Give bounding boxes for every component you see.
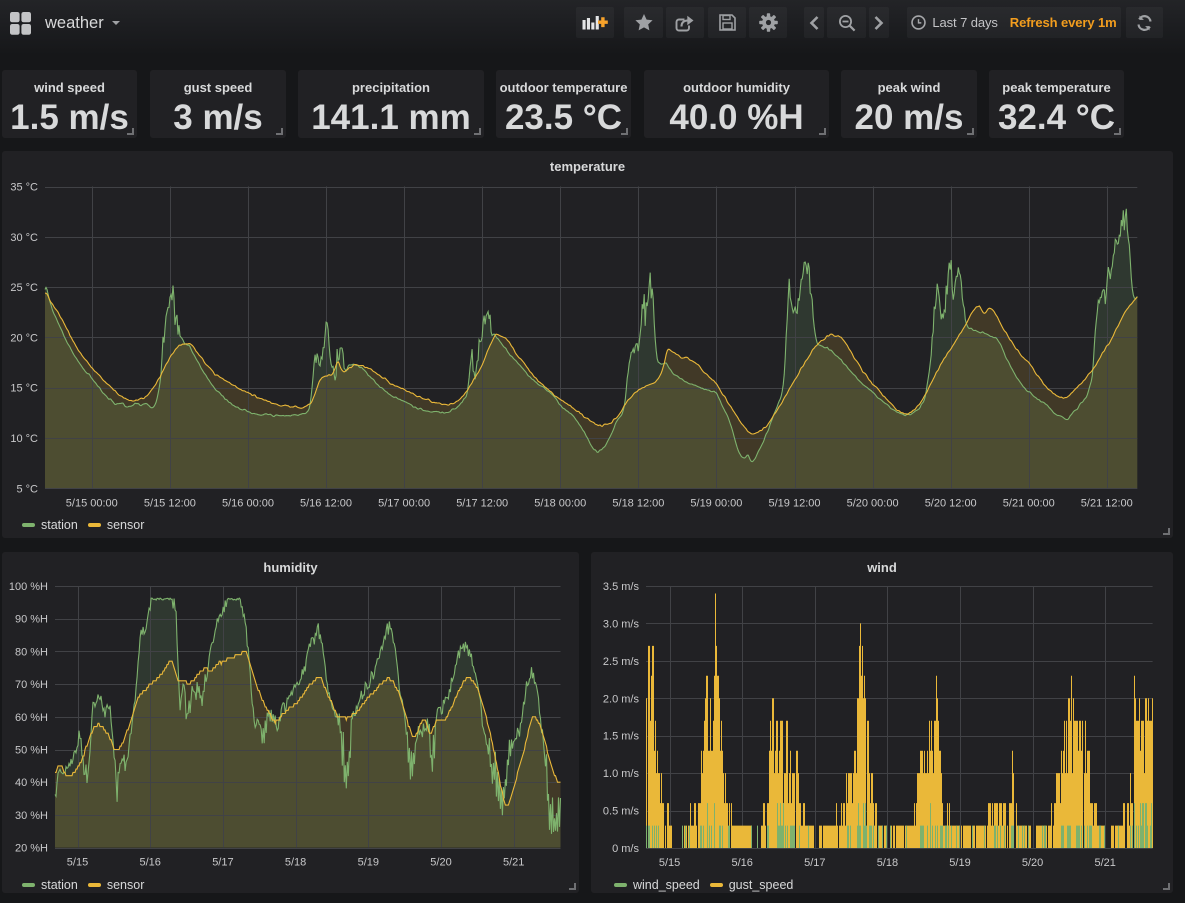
svg-text:5/21: 5/21	[1094, 857, 1115, 869]
svg-text:50 %H: 50 %H	[15, 745, 48, 757]
svg-text:5/18 00:00: 5/18 00:00	[534, 497, 586, 509]
svg-text:5/15 12:00: 5/15 12:00	[144, 497, 196, 509]
svg-text:5/19 12:00: 5/19 12:00	[769, 497, 821, 509]
svg-text:5/19 00:00: 5/19 00:00	[690, 497, 742, 509]
svg-text:5/16 12:00: 5/16 12:00	[300, 497, 352, 509]
svg-text:20 %H: 20 %H	[15, 843, 48, 855]
svg-text:70 %H: 70 %H	[15, 679, 48, 691]
svg-text:0.5 m/s: 0.5 m/s	[603, 806, 640, 818]
svg-text:5/17: 5/17	[212, 857, 233, 869]
svg-text:5/18: 5/18	[285, 857, 306, 869]
svg-text:2.5 m/s: 2.5 m/s	[603, 656, 640, 668]
svg-text:10 °C: 10 °C	[10, 433, 38, 445]
svg-text:5/19: 5/19	[358, 857, 379, 869]
svg-text:2.0 m/s: 2.0 m/s	[603, 693, 640, 705]
svg-text:40 %H: 40 %H	[15, 777, 48, 789]
svg-text:5/16 00:00: 5/16 00:00	[222, 497, 274, 509]
svg-text:5/19: 5/19	[949, 857, 970, 869]
svg-text:60 %H: 60 %H	[15, 712, 48, 724]
svg-text:5/16: 5/16	[139, 857, 160, 869]
svg-text:5/21: 5/21	[503, 857, 524, 869]
svg-text:5/17 00:00: 5/17 00:00	[378, 497, 430, 509]
svg-text:30 °C: 30 °C	[10, 232, 38, 244]
svg-text:5/15: 5/15	[67, 857, 88, 869]
svg-text:5/15: 5/15	[659, 857, 680, 869]
svg-text:5/17 12:00: 5/17 12:00	[456, 497, 508, 509]
svg-text:3.5 m/s: 3.5 m/s	[603, 581, 640, 593]
svg-text:100 %H: 100 %H	[9, 581, 48, 593]
svg-text:5 °C: 5 °C	[16, 483, 38, 495]
svg-text:20 °C: 20 °C	[10, 332, 38, 344]
svg-text:5/21 12:00: 5/21 12:00	[1081, 497, 1133, 509]
svg-text:25 °C: 25 °C	[10, 282, 38, 294]
svg-text:5/20 12:00: 5/20 12:00	[925, 497, 977, 509]
svg-text:5/17: 5/17	[804, 857, 825, 869]
svg-text:1.0 m/s: 1.0 m/s	[603, 768, 640, 780]
svg-text:5/18: 5/18	[877, 857, 898, 869]
svg-text:5/18 12:00: 5/18 12:00	[612, 497, 664, 509]
svg-text:5/15 00:00: 5/15 00:00	[66, 497, 118, 509]
svg-text:15 °C: 15 °C	[10, 383, 38, 395]
svg-text:35 °C: 35 °C	[10, 182, 38, 194]
svg-text:80 %H: 80 %H	[15, 646, 48, 658]
svg-text:5/16: 5/16	[731, 857, 752, 869]
svg-text:1.5 m/s: 1.5 m/s	[603, 731, 640, 743]
svg-text:90 %H: 90 %H	[15, 614, 48, 626]
svg-text:5/20: 5/20	[430, 857, 451, 869]
svg-text:5/20: 5/20	[1022, 857, 1043, 869]
svg-text:0 m/s: 0 m/s	[612, 843, 639, 855]
svg-text:5/20 00:00: 5/20 00:00	[847, 497, 899, 509]
svg-text:30 %H: 30 %H	[15, 810, 48, 822]
svg-text:5/21 00:00: 5/21 00:00	[1003, 497, 1055, 509]
svg-text:3.0 m/s: 3.0 m/s	[603, 618, 640, 630]
